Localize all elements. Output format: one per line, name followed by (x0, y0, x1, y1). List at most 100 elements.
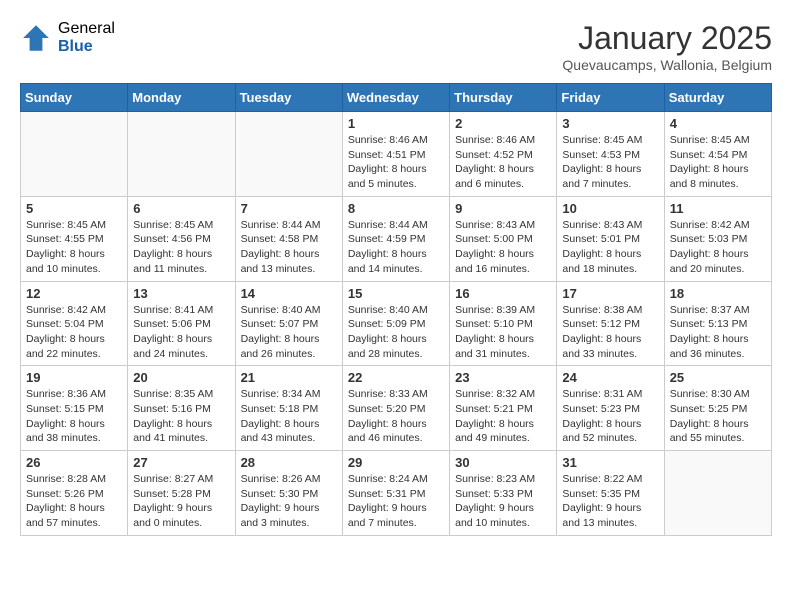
day-number: 17 (562, 286, 658, 301)
day-info: Sunrise: 8:44 AM Sunset: 4:59 PM Dayligh… (348, 218, 444, 277)
day-number: 18 (670, 286, 766, 301)
day-number: 31 (562, 455, 658, 470)
table-row: 3Sunrise: 8:45 AM Sunset: 4:53 PM Daylig… (557, 112, 664, 197)
day-number: 19 (26, 370, 122, 385)
day-info: Sunrise: 8:30 AM Sunset: 5:25 PM Dayligh… (670, 387, 766, 446)
table-row: 16 Sunrise: 8:39 AM Sunset: 5:10 PM Dayli… (450, 281, 557, 366)
day-number: 30 (455, 455, 551, 470)
day-info: Sunrise: 8:38 AM Sunset: 5:12 PM Dayligh… (562, 303, 658, 362)
day-number: 27 (133, 455, 229, 470)
day-info: Sunrise: 8:37 AM Sunset: 5:13 PM Dayligh… (670, 303, 766, 362)
table-row: 4 Sunrise: 8:45 AM Sunset: 4:54 PM Daylig… (664, 112, 771, 197)
calendar-table: Sunday Monday Tuesday Wednesday Thursday… (20, 83, 772, 536)
day-number: 2 (455, 116, 551, 131)
table-row: 23Sunrise: 8:32 AM Sunset: 5:21 PM Dayli… (450, 366, 557, 451)
day-number: 16 (455, 286, 551, 301)
table-row: 15 Sunrise: 8:40 AM Sunset: 5:09 PM Dayli… (342, 281, 449, 366)
day-info: Sunrise: 8:26 AM Sunset: 5:30 PM Dayligh… (241, 472, 337, 531)
day-info: Sunrise: 8:23 AM Sunset: 5:33 PM Dayligh… (455, 472, 551, 531)
col-wednesday: Wednesday (342, 84, 449, 112)
calendar-week-row: 1 Sunrise: 8:46 AM Sunset: 4:51 PM Daylig… (21, 112, 772, 197)
table-row (664, 451, 771, 536)
day-info: Sunrise: 8:22 AM Sunset: 5:35 PM Dayligh… (562, 472, 658, 531)
day-number: 12 (26, 286, 122, 301)
day-number: 14 (241, 286, 337, 301)
day-number: 6 (133, 201, 229, 216)
day-number: 25 (670, 370, 766, 385)
month-title: January 2025 (562, 20, 772, 57)
day-info: Sunrise: 8:36 AM Sunset: 5:15 PM Dayligh… (26, 387, 122, 446)
logo-text: General Blue (58, 20, 115, 55)
day-number: 13 (133, 286, 229, 301)
table-row: 31 Sunrise: 8:22 AM Sunset: 5:35 PM Dayli… (557, 451, 664, 536)
calendar-header-row: Sunday Monday Tuesday Wednesday Thursday… (21, 84, 772, 112)
day-number: 10 (562, 201, 658, 216)
table-row: 2 Sunrise: 8:46 AM Sunset: 4:52 PM Daylig… (450, 112, 557, 197)
day-info: Sunrise: 8:39 AM Sunset: 5:10 PM Dayligh… (455, 303, 551, 362)
day-number: 8 (348, 201, 444, 216)
day-number: 5 (26, 201, 122, 216)
day-number: 21 (241, 370, 337, 385)
table-row: 9Sunrise: 8:43 AM Sunset: 5:00 PM Daylig… (450, 196, 557, 281)
day-info: Sunrise: 8:40 AM Sunset: 5:07 PM Dayligh… (241, 303, 337, 362)
day-number: 7 (241, 201, 337, 216)
table-row: 6Sunrise: 8:45 AM Sunset: 4:56 PM Daylig… (128, 196, 235, 281)
table-row: 14 Sunrise: 8:40 AM Sunset: 5:07 PM Dayli… (235, 281, 342, 366)
col-thursday: Thursday (450, 84, 557, 112)
page-header: General Blue January 2025 Quevaucamps, W… (20, 20, 772, 73)
logo-blue: Blue (58, 38, 115, 56)
day-number: 22 (348, 370, 444, 385)
table-row: 29Sunrise: 8:24 AM Sunset: 5:31 PM Dayli… (342, 451, 449, 536)
calendar-week-row: 26 Sunrise: 8:28 AM Sunset: 5:26 PM Dayli… (21, 451, 772, 536)
table-row: 13 Sunrise: 8:41 AM Sunset: 5:06 PM Dayli… (128, 281, 235, 366)
day-number: 26 (26, 455, 122, 470)
table-row: 7 Sunrise: 8:44 AM Sunset: 4:58 PM Daylig… (235, 196, 342, 281)
table-row (21, 112, 128, 197)
day-info: Sunrise: 8:27 AM Sunset: 5:28 PM Dayligh… (133, 472, 229, 531)
day-info: Sunrise: 8:43 AM Sunset: 5:01 PM Dayligh… (562, 218, 658, 277)
day-info: Sunrise: 8:42 AM Sunset: 5:03 PM Dayligh… (670, 218, 766, 277)
col-monday: Monday (128, 84, 235, 112)
table-row: 22Sunrise: 8:33 AM Sunset: 5:20 PM Dayli… (342, 366, 449, 451)
table-row: 11 Sunrise: 8:42 AM Sunset: 5:03 PM Dayli… (664, 196, 771, 281)
day-info: Sunrise: 8:44 AM Sunset: 4:58 PM Dayligh… (241, 218, 337, 277)
table-row: 12 Sunrise: 8:42 AM Sunset: 5:04 PM Dayli… (21, 281, 128, 366)
day-number: 4 (670, 116, 766, 131)
col-tuesday: Tuesday (235, 84, 342, 112)
table-row (128, 112, 235, 197)
day-number: 1 (348, 116, 444, 131)
day-number: 9 (455, 201, 551, 216)
day-info: Sunrise: 8:41 AM Sunset: 5:06 PM Dayligh… (133, 303, 229, 362)
day-number: 28 (241, 455, 337, 470)
table-row: 28 Sunrise: 8:26 AM Sunset: 5:30 PM Dayli… (235, 451, 342, 536)
day-number: 24 (562, 370, 658, 385)
day-info: Sunrise: 8:28 AM Sunset: 5:26 PM Dayligh… (26, 472, 122, 531)
table-row (235, 112, 342, 197)
day-number: 3 (562, 116, 658, 131)
day-number: 29 (348, 455, 444, 470)
day-info: Sunrise: 8:40 AM Sunset: 5:09 PM Dayligh… (348, 303, 444, 362)
table-row: 30 Sunrise: 8:23 AM Sunset: 5:33 PM Dayli… (450, 451, 557, 536)
logo-general: General (58, 20, 115, 38)
day-info: Sunrise: 8:46 AM Sunset: 4:51 PM Dayligh… (348, 133, 444, 192)
day-info: Sunrise: 8:46 AM Sunset: 4:52 PM Dayligh… (455, 133, 551, 192)
table-row: 25 Sunrise: 8:30 AM Sunset: 5:25 PM Dayli… (664, 366, 771, 451)
table-row: 24Sunrise: 8:31 AM Sunset: 5:23 PM Dayli… (557, 366, 664, 451)
day-info: Sunrise: 8:35 AM Sunset: 5:16 PM Dayligh… (133, 387, 229, 446)
day-number: 15 (348, 286, 444, 301)
table-row: 1 Sunrise: 8:46 AM Sunset: 4:51 PM Daylig… (342, 112, 449, 197)
table-row: 20Sunrise: 8:35 AM Sunset: 5:16 PM Dayli… (128, 366, 235, 451)
table-row: 21Sunrise: 8:34 AM Sunset: 5:18 PM Dayli… (235, 366, 342, 451)
day-info: Sunrise: 8:45 AM Sunset: 4:54 PM Dayligh… (670, 133, 766, 192)
logo-icon (20, 22, 52, 54)
col-sunday: Sunday (21, 84, 128, 112)
day-number: 23 (455, 370, 551, 385)
table-row: 10 Sunrise: 8:43 AM Sunset: 5:01 PM Dayli… (557, 196, 664, 281)
table-row: 19 Sunrise: 8:36 AM Sunset: 5:15 PM Dayli… (21, 366, 128, 451)
day-number: 11 (670, 201, 766, 216)
day-info: Sunrise: 8:42 AM Sunset: 5:04 PM Dayligh… (26, 303, 122, 362)
logo: General Blue (20, 20, 115, 55)
calendar-week-row: 19 Sunrise: 8:36 AM Sunset: 5:15 PM Dayli… (21, 366, 772, 451)
calendar-week-row: 12 Sunrise: 8:42 AM Sunset: 5:04 PM Dayli… (21, 281, 772, 366)
table-row: 26 Sunrise: 8:28 AM Sunset: 5:26 PM Dayli… (21, 451, 128, 536)
